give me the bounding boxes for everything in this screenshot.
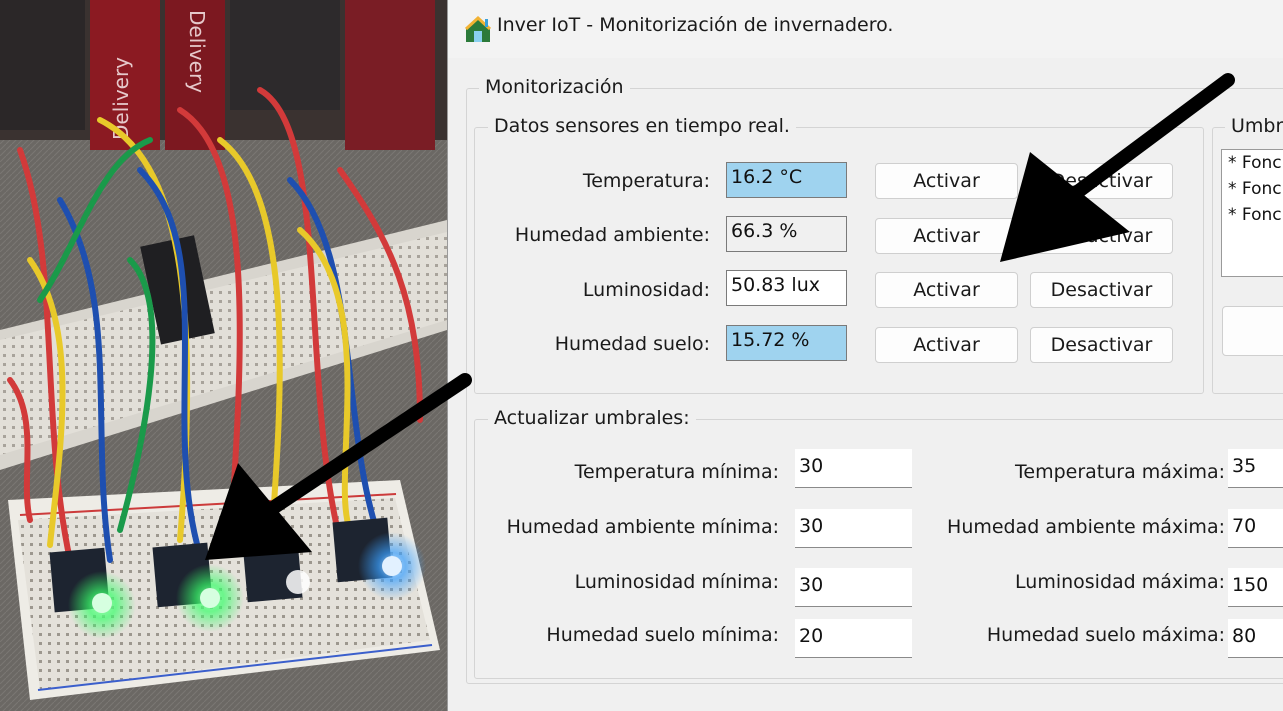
temperature-deactivate-button[interactable]: Desactivar [1030,163,1173,199]
threshold-item[interactable]: * Fonc [1222,150,1283,176]
thresholds-panel-button[interactable] [1222,306,1283,356]
window-title: Inver IoT - Monitorización de invernader… [497,14,894,36]
sensors-legend: Datos sensores en tiempo real. [488,115,796,137]
temperature-min-label: Temperatura mínima: [574,461,779,483]
threshold-item[interactable]: * Fonc [1222,176,1283,202]
luminosity-max-input[interactable]: 150 [1228,568,1283,607]
ambient-humidity-min-label: Humedad ambiente mínima: [506,516,779,538]
update-thresholds-legend: Actualizar umbrales: [488,407,696,429]
luminosity-min-input[interactable]: 30 [795,568,912,607]
ambient-humidity-deactivate-button[interactable]: Desactivar [1030,218,1173,254]
temperature-min-input[interactable]: 30 [795,449,912,488]
white-led [286,570,310,594]
ambient-humidity-label: Humedad ambiente: [514,224,710,246]
ambient-humidity-min-input[interactable]: 30 [795,509,912,548]
luminosity-max-label: Luminosidad máxima: [1015,571,1225,593]
breadboard-photo: Delivery Delivery [0,0,447,711]
ambient-humidity-max-label: Humedad ambiente máxima: [947,516,1225,538]
greenhouse-app-icon [464,15,492,42]
luminosity-label: Luminosidad: [582,279,710,301]
ambient-humidity-activate-button[interactable]: Activar [875,218,1018,254]
temperature-value: 16.2 °C [726,162,847,198]
app-window: Inver IoT - Monitorización de invernader… [447,0,1283,711]
temperature-max-label: Temperatura máxima: [1015,461,1225,483]
luminosity-min-label: Luminosidad mínima: [574,571,779,593]
thresholds-legend: Umbr [1225,115,1283,137]
soil-humidity-label: Humedad suelo: [554,333,710,355]
ambient-humidity-max-input[interactable]: 70 [1228,509,1283,548]
soil-humidity-activate-button[interactable]: Activar [875,327,1018,363]
luminosity-value: 50.83 lux [726,270,847,306]
luminosity-deactivate-button[interactable]: Desactivar [1030,272,1173,308]
soil-humidity-max-input[interactable]: 80 [1228,619,1283,658]
threshold-item[interactable]: * Fonc [1222,202,1283,228]
soil-humidity-min-label: Humedad suelo mínima: [546,624,779,646]
temperature-label: Temperatura: [582,170,710,192]
ambient-humidity-value: 66.3 % [726,216,847,252]
temperature-max-input[interactable]: 35 [1228,449,1283,488]
soil-humidity-value: 15.72 % [726,325,847,361]
title-bar: Inver IoT - Monitorización de invernader… [448,0,1283,58]
box-label-2: Delivery [185,10,209,93]
temperature-activate-button[interactable]: Activar [875,163,1018,199]
soil-humidity-deactivate-button[interactable]: Desactivar [1030,327,1173,363]
soil-humidity-min-input[interactable]: 20 [795,619,912,658]
soil-humidity-max-label: Humedad suelo máxima: [986,624,1225,646]
luminosity-activate-button[interactable]: Activar [875,272,1018,308]
thresholds-listbox[interactable]: * Fonc * Fonc * Fonc [1221,149,1283,277]
monitor-legend: Monitorización [479,76,630,98]
